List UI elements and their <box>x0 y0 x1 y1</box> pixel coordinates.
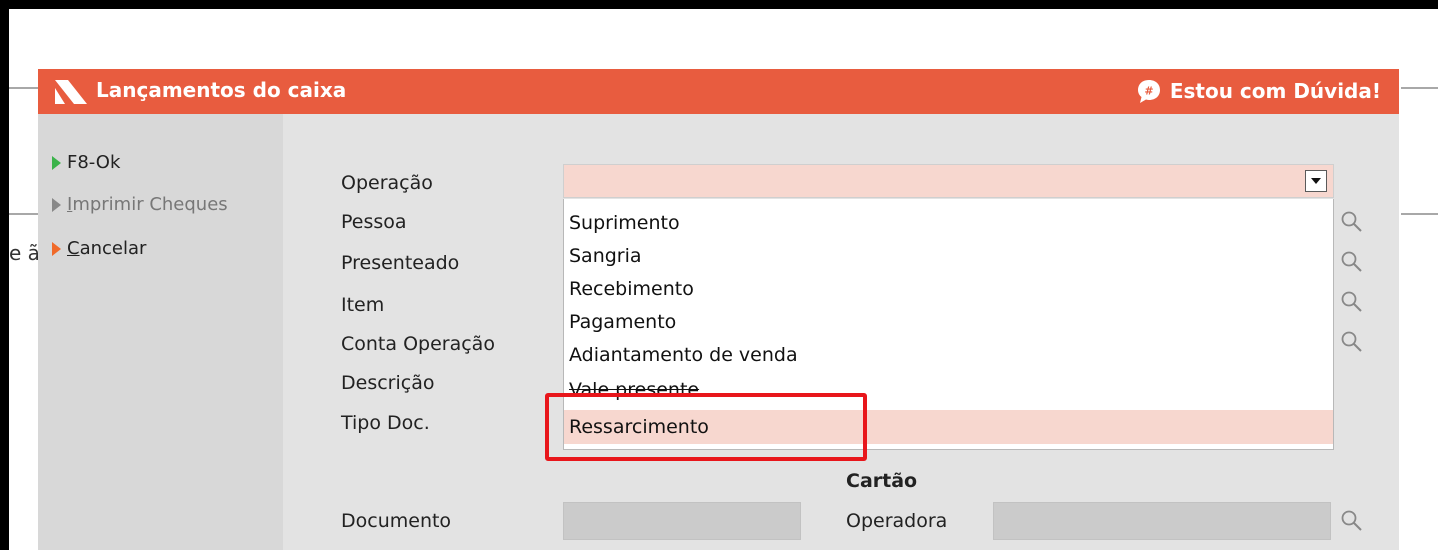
dialog-titlebar: Lançamentos do caixa # Estou com Dúvida! <box>38 69 1399 114</box>
search-icon[interactable] <box>1340 250 1364 274</box>
tipo-doc-label: Tipo Doc. <box>341 412 430 434</box>
search-icon[interactable] <box>1340 290 1364 314</box>
green-triangle-icon <box>52 155 61 170</box>
dialog-title: Lançamentos do caixa <box>96 78 347 102</box>
background-divider <box>9 87 39 89</box>
dropdown-arrow-icon[interactable] <box>1305 170 1327 192</box>
background-text: e ã <box>9 241 40 265</box>
operacao-label: Operação <box>341 172 433 194</box>
descricao-label: Descrição <box>341 372 435 394</box>
operacao-dropdown-list: Suprimento Sangria Recebimento Pagamento… <box>563 199 1334 450</box>
cancel-action-label: Cancelar <box>67 238 147 259</box>
help-label: Estou com Dúvida! <box>1169 79 1381 103</box>
search-icon[interactable] <box>1340 509 1364 533</box>
option-suprimento[interactable]: Suprimento <box>564 206 1333 240</box>
grey-triangle-icon <box>52 197 61 212</box>
option-adiantamento-de-venda[interactable]: Adiantamento de venda <box>564 338 1333 372</box>
cancel-action[interactable]: Cancelar <box>52 238 146 259</box>
option-pagamento[interactable]: Pagamento <box>564 305 1333 339</box>
documento-field[interactable] <box>563 502 801 540</box>
sidebar-actions: F8-Ok Imprimir Cheques Cancelar <box>38 114 283 550</box>
speech-bubble-icon: # <box>1137 80 1160 103</box>
background-divider <box>1401 213 1438 215</box>
help-button[interactable]: # Estou com Dúvida! <box>1136 76 1381 106</box>
operadora-label: Operadora <box>846 510 948 532</box>
print-checks-action[interactable]: Imprimir Cheques <box>52 194 228 215</box>
app-logo-icon <box>55 80 87 104</box>
cash-entries-dialog: Lançamentos do caixa # Estou com Dúvida!… <box>38 69 1399 550</box>
conta-operacao-label: Conta Operação <box>341 333 495 355</box>
option-vale-presente[interactable]: Vale presente <box>564 373 1333 407</box>
background-divider <box>9 213 39 215</box>
orange-triangle-icon <box>52 241 61 256</box>
print-checks-label: Imprimir Cheques <box>67 194 228 215</box>
option-recebimento[interactable]: Recebimento <box>564 272 1333 306</box>
search-icon[interactable] <box>1340 210 1364 234</box>
option-ressarcimento[interactable]: Ressarcimento <box>564 410 1333 444</box>
operacao-select[interactable] <box>563 164 1334 198</box>
svg-text:#: # <box>1144 85 1153 98</box>
ok-action-label: F8-Ok <box>67 152 121 173</box>
operadora-field[interactable] <box>993 502 1331 540</box>
documento-label: Documento <box>341 510 452 532</box>
background-divider <box>1401 87 1438 89</box>
presenteado-label: Presenteado <box>341 252 460 274</box>
search-icon[interactable] <box>1340 330 1364 354</box>
card-section-title: Cartão <box>846 470 918 492</box>
option-sangria[interactable]: Sangria <box>564 239 1333 273</box>
ok-action[interactable]: F8-Ok <box>52 152 120 173</box>
item-label: Item <box>341 294 385 316</box>
pessoa-label: Pessoa <box>341 211 407 233</box>
